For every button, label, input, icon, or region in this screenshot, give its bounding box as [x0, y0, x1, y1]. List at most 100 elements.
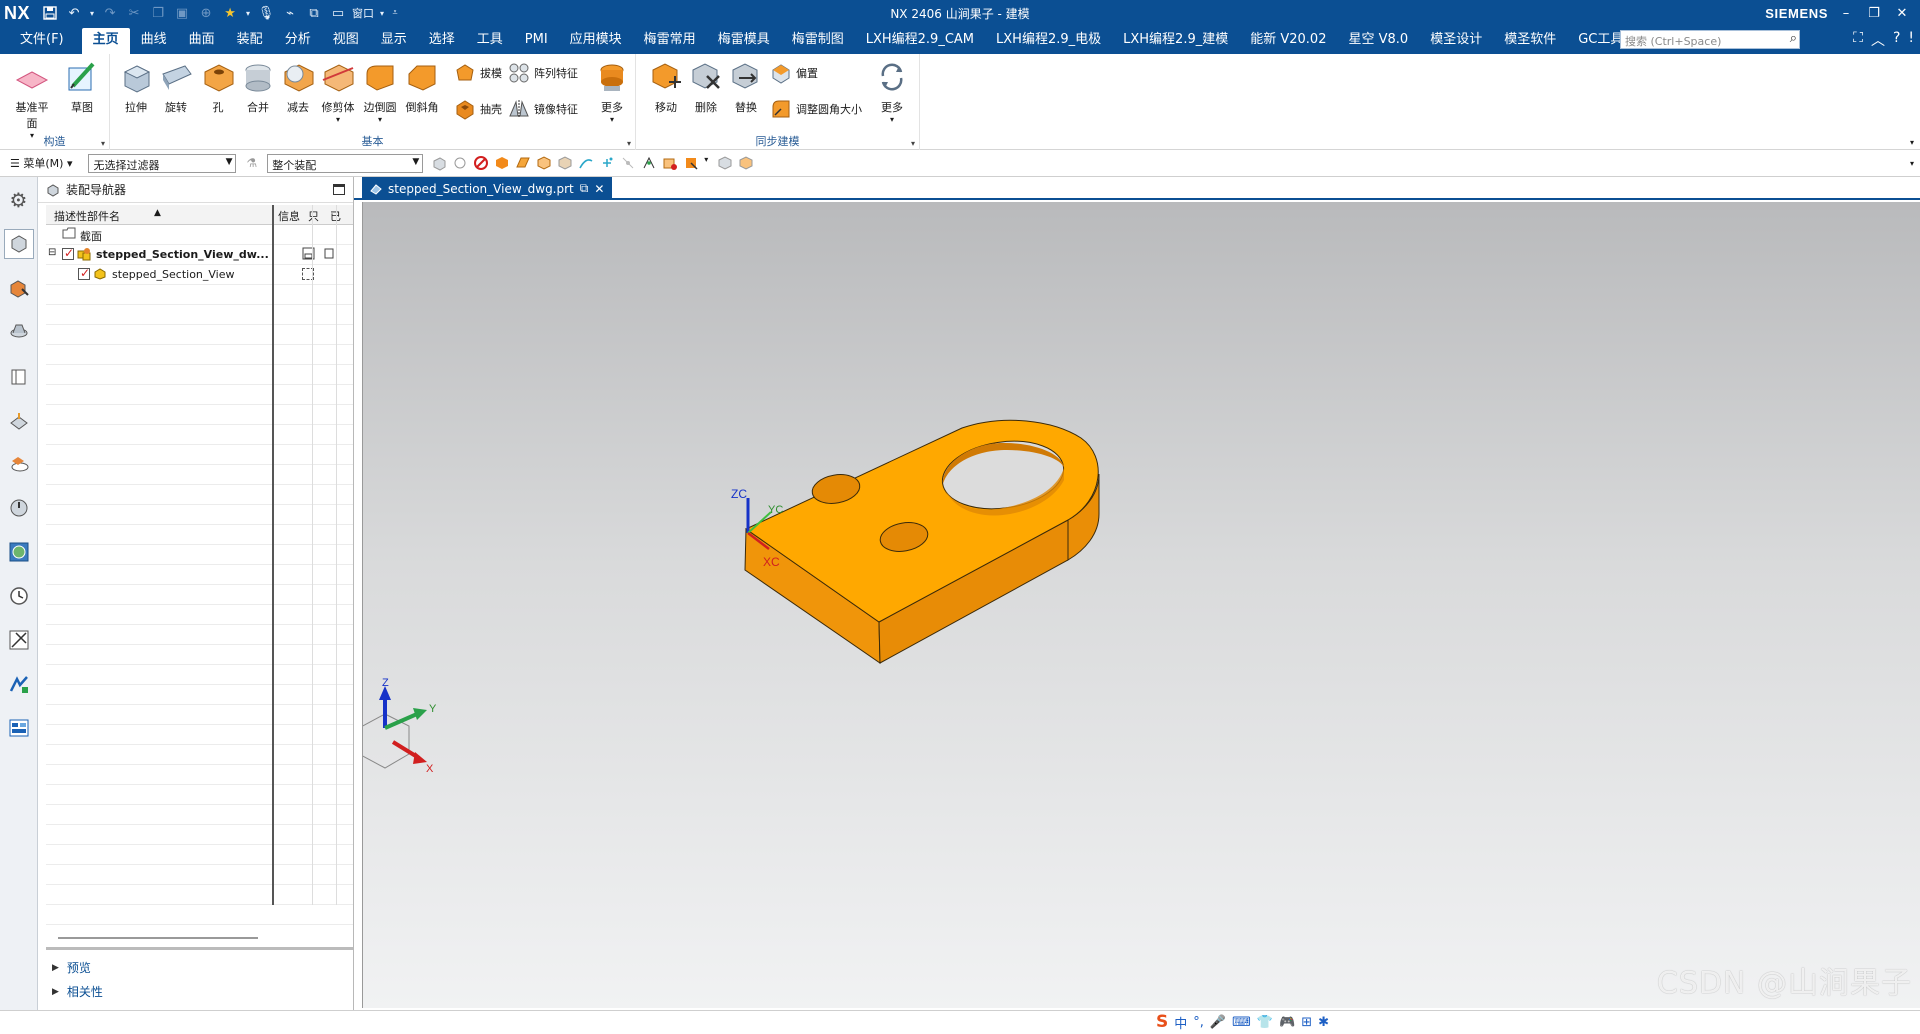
- microphone-icon[interactable]: 🎙: [256, 4, 276, 22]
- column-divider[interactable]: [272, 205, 274, 905]
- reuse-library-icon[interactable]: [4, 361, 34, 391]
- ribbon-tab[interactable]: LXH编程2.9_建模: [1112, 28, 1239, 54]
- shell-button[interactable]: 抽壳: [454, 98, 502, 120]
- datum-plane-button[interactable]: 基准平面 ▾: [12, 60, 52, 140]
- revolve-button[interactable]: 旋转: [156, 60, 196, 115]
- collapse-toggle-icon[interactable]: ⊟: [48, 247, 56, 258]
- ribbon-options-icon[interactable]: ▾: [1910, 138, 1914, 147]
- hd3d-tools-icon[interactable]: [4, 405, 34, 435]
- ribbon-tab[interactable]: LXH编程2.9_CAM: [855, 28, 985, 54]
- edge-blend-button[interactable]: 边倒圆 ▾: [360, 60, 400, 124]
- select-assembly-icon[interactable]: [683, 155, 699, 171]
- notification-icon[interactable]: !: [1908, 30, 1914, 50]
- view-triad[interactable]: Z Y X: [358, 677, 437, 775]
- panel-splitter[interactable]: [46, 947, 353, 950]
- undo-icon[interactable]: ↶: [64, 4, 84, 22]
- select-sheet-icon[interactable]: [557, 155, 573, 171]
- preview-section[interactable]: ▶ 预览: [52, 959, 91, 976]
- fullscreen-icon[interactable]: ⛶: [1853, 30, 1863, 50]
- replace-face-button[interactable]: 替换: [726, 60, 766, 115]
- tree-row-part[interactable]: ✓ stepped_Section_View: [46, 265, 353, 285]
- ime-toolbox-icon[interactable]: ⊞: [1301, 1015, 1312, 1030]
- filter-reset-icon[interactable]: ⚗: [246, 156, 257, 170]
- ribbon-tab[interactable]: 曲面: [178, 28, 226, 54]
- clock-icon[interactable]: [4, 581, 34, 611]
- delete-face-button[interactable]: 删除: [686, 60, 726, 115]
- construct-group-expand-icon[interactable]: ▾: [101, 139, 105, 148]
- selection-bar-options-icon[interactable]: ▾: [1910, 159, 1914, 168]
- selection-scope-dropdown[interactable]: 整个装配 ▼: [267, 153, 424, 173]
- pop-out-tab-icon[interactable]: ⧉: [580, 181, 589, 196]
- window-dropdown-icon[interactable]: ▾: [378, 4, 386, 22]
- unite-button[interactable]: 合并: [238, 60, 278, 115]
- favorites-dropdown-icon[interactable]: ▾: [244, 4, 252, 22]
- select-body-icon[interactable]: [494, 155, 510, 171]
- ribbon-tab[interactable]: 梅雷常用: [633, 28, 707, 54]
- ribbon-tab[interactable]: 梅雷制图: [781, 28, 855, 54]
- hole-button[interactable]: 孔: [198, 60, 238, 115]
- tree-row-assembly[interactable]: ⊟ ✓ stepped_Section_View_dw...: [46, 245, 353, 265]
- ribbon-tab[interactable]: 模圣软件: [1493, 28, 1567, 54]
- maximize-panel-icon[interactable]: [333, 184, 345, 195]
- help-icon[interactable]: ?: [1893, 30, 1900, 50]
- paste-special-icon[interactable]: ⊕: [196, 4, 216, 22]
- switch-window-icon[interactable]: ⧉: [304, 4, 324, 22]
- redo-icon[interactable]: ↷: [100, 4, 120, 22]
- visibility-checkbox[interactable]: ✓: [78, 266, 90, 280]
- window-menu[interactable]: 窗口: [352, 4, 374, 22]
- ribbon-tab[interactable]: 视图: [322, 28, 370, 54]
- settings-gear-icon[interactable]: ⚙: [4, 185, 34, 215]
- view-triad-icon[interactable]: [738, 155, 754, 171]
- touch-mode-icon[interactable]: ⌁: [280, 4, 300, 22]
- globe-icon[interactable]: [4, 537, 34, 567]
- favorites-icon[interactable]: ★: [220, 4, 240, 22]
- show-hidden-icon[interactable]: [717, 155, 733, 171]
- sync-group-expand-icon[interactable]: ▾: [911, 139, 915, 148]
- graphics-window[interactable]: ZC YC XC Z Y X CSDN @山涧果子: [358, 202, 1920, 1008]
- ime-skin-icon[interactable]: 👕: [1257, 1015, 1273, 1030]
- draft-button[interactable]: 拔模: [454, 62, 502, 84]
- ribbon-tab[interactable]: 选择: [418, 28, 466, 54]
- sync-more-dropdown-icon[interactable]: ▾: [872, 115, 912, 124]
- command-search-input[interactable]: 搜索 (Ctrl+Space) ⌕: [1620, 30, 1800, 49]
- undo-dropdown-icon[interactable]: ▾: [88, 4, 96, 22]
- collapse-ribbon-icon[interactable]: ︿: [1871, 30, 1885, 50]
- assembly-navigator-icon[interactable]: [3, 229, 34, 259]
- ribbon-tab[interactable]: 装配: [226, 28, 274, 54]
- ime-language-toggle[interactable]: 中: [1174, 1013, 1187, 1032]
- select-curve-icon[interactable]: [578, 155, 594, 171]
- trim-body-button[interactable]: 修剪体 ▾: [318, 60, 358, 124]
- part-navigator-icon[interactable]: [4, 317, 34, 347]
- basic-more-dropdown-icon[interactable]: ▾: [592, 115, 632, 124]
- move-face-button[interactable]: 移动: [646, 60, 686, 115]
- sync-more-button[interactable]: 更多 ▾: [872, 60, 912, 124]
- select-face-icon[interactable]: [515, 155, 531, 171]
- chamfer-button[interactable]: 倒斜角: [402, 60, 442, 115]
- selection-tools-dropdown-icon[interactable]: ▾: [704, 155, 712, 172]
- ribbon-tab[interactable]: PMI: [514, 28, 559, 54]
- close-button[interactable]: ✕: [1888, 6, 1916, 21]
- horizontal-scrollbar[interactable]: [58, 937, 258, 939]
- ribbon-tab[interactable]: 星空 V8.0: [1337, 28, 1419, 54]
- subtract-button[interactable]: 减去: [278, 60, 318, 115]
- ribbon-tab[interactable]: LXH编程2.9_电极: [985, 28, 1112, 54]
- select-features-icon[interactable]: [431, 155, 447, 171]
- offset-region-button[interactable]: 偏置: [770, 62, 818, 84]
- dependencies-section[interactable]: ▶ 相关性: [52, 983, 103, 1000]
- ribbon-tab[interactable]: 应用模块: [559, 28, 633, 54]
- ime-keyboard-icon[interactable]: ⌨: [1232, 1015, 1251, 1030]
- sketch-button[interactable]: 草图: [62, 60, 102, 115]
- search-icon[interactable]: ⌕: [1790, 31, 1797, 46]
- visibility-checkbox[interactable]: ✓: [62, 246, 74, 260]
- select-point-icon[interactable]: [599, 155, 615, 171]
- select-all-icon[interactable]: [452, 155, 468, 171]
- ribbon-tab[interactable]: 能新 V20.02: [1239, 28, 1337, 54]
- sogou-ime-logo-icon[interactable]: S: [1156, 1012, 1168, 1032]
- bracket-part[interactable]: [744, 419, 1100, 664]
- ime-game-icon[interactable]: 🎮: [1279, 1015, 1295, 1030]
- web-browser-icon[interactable]: [4, 449, 34, 479]
- no-selection-icon[interactable]: [473, 155, 489, 171]
- close-tab-icon[interactable]: ✕: [594, 182, 604, 196]
- ribbon-tab[interactable]: 工具: [466, 28, 514, 54]
- select-solid-icon[interactable]: [536, 155, 552, 171]
